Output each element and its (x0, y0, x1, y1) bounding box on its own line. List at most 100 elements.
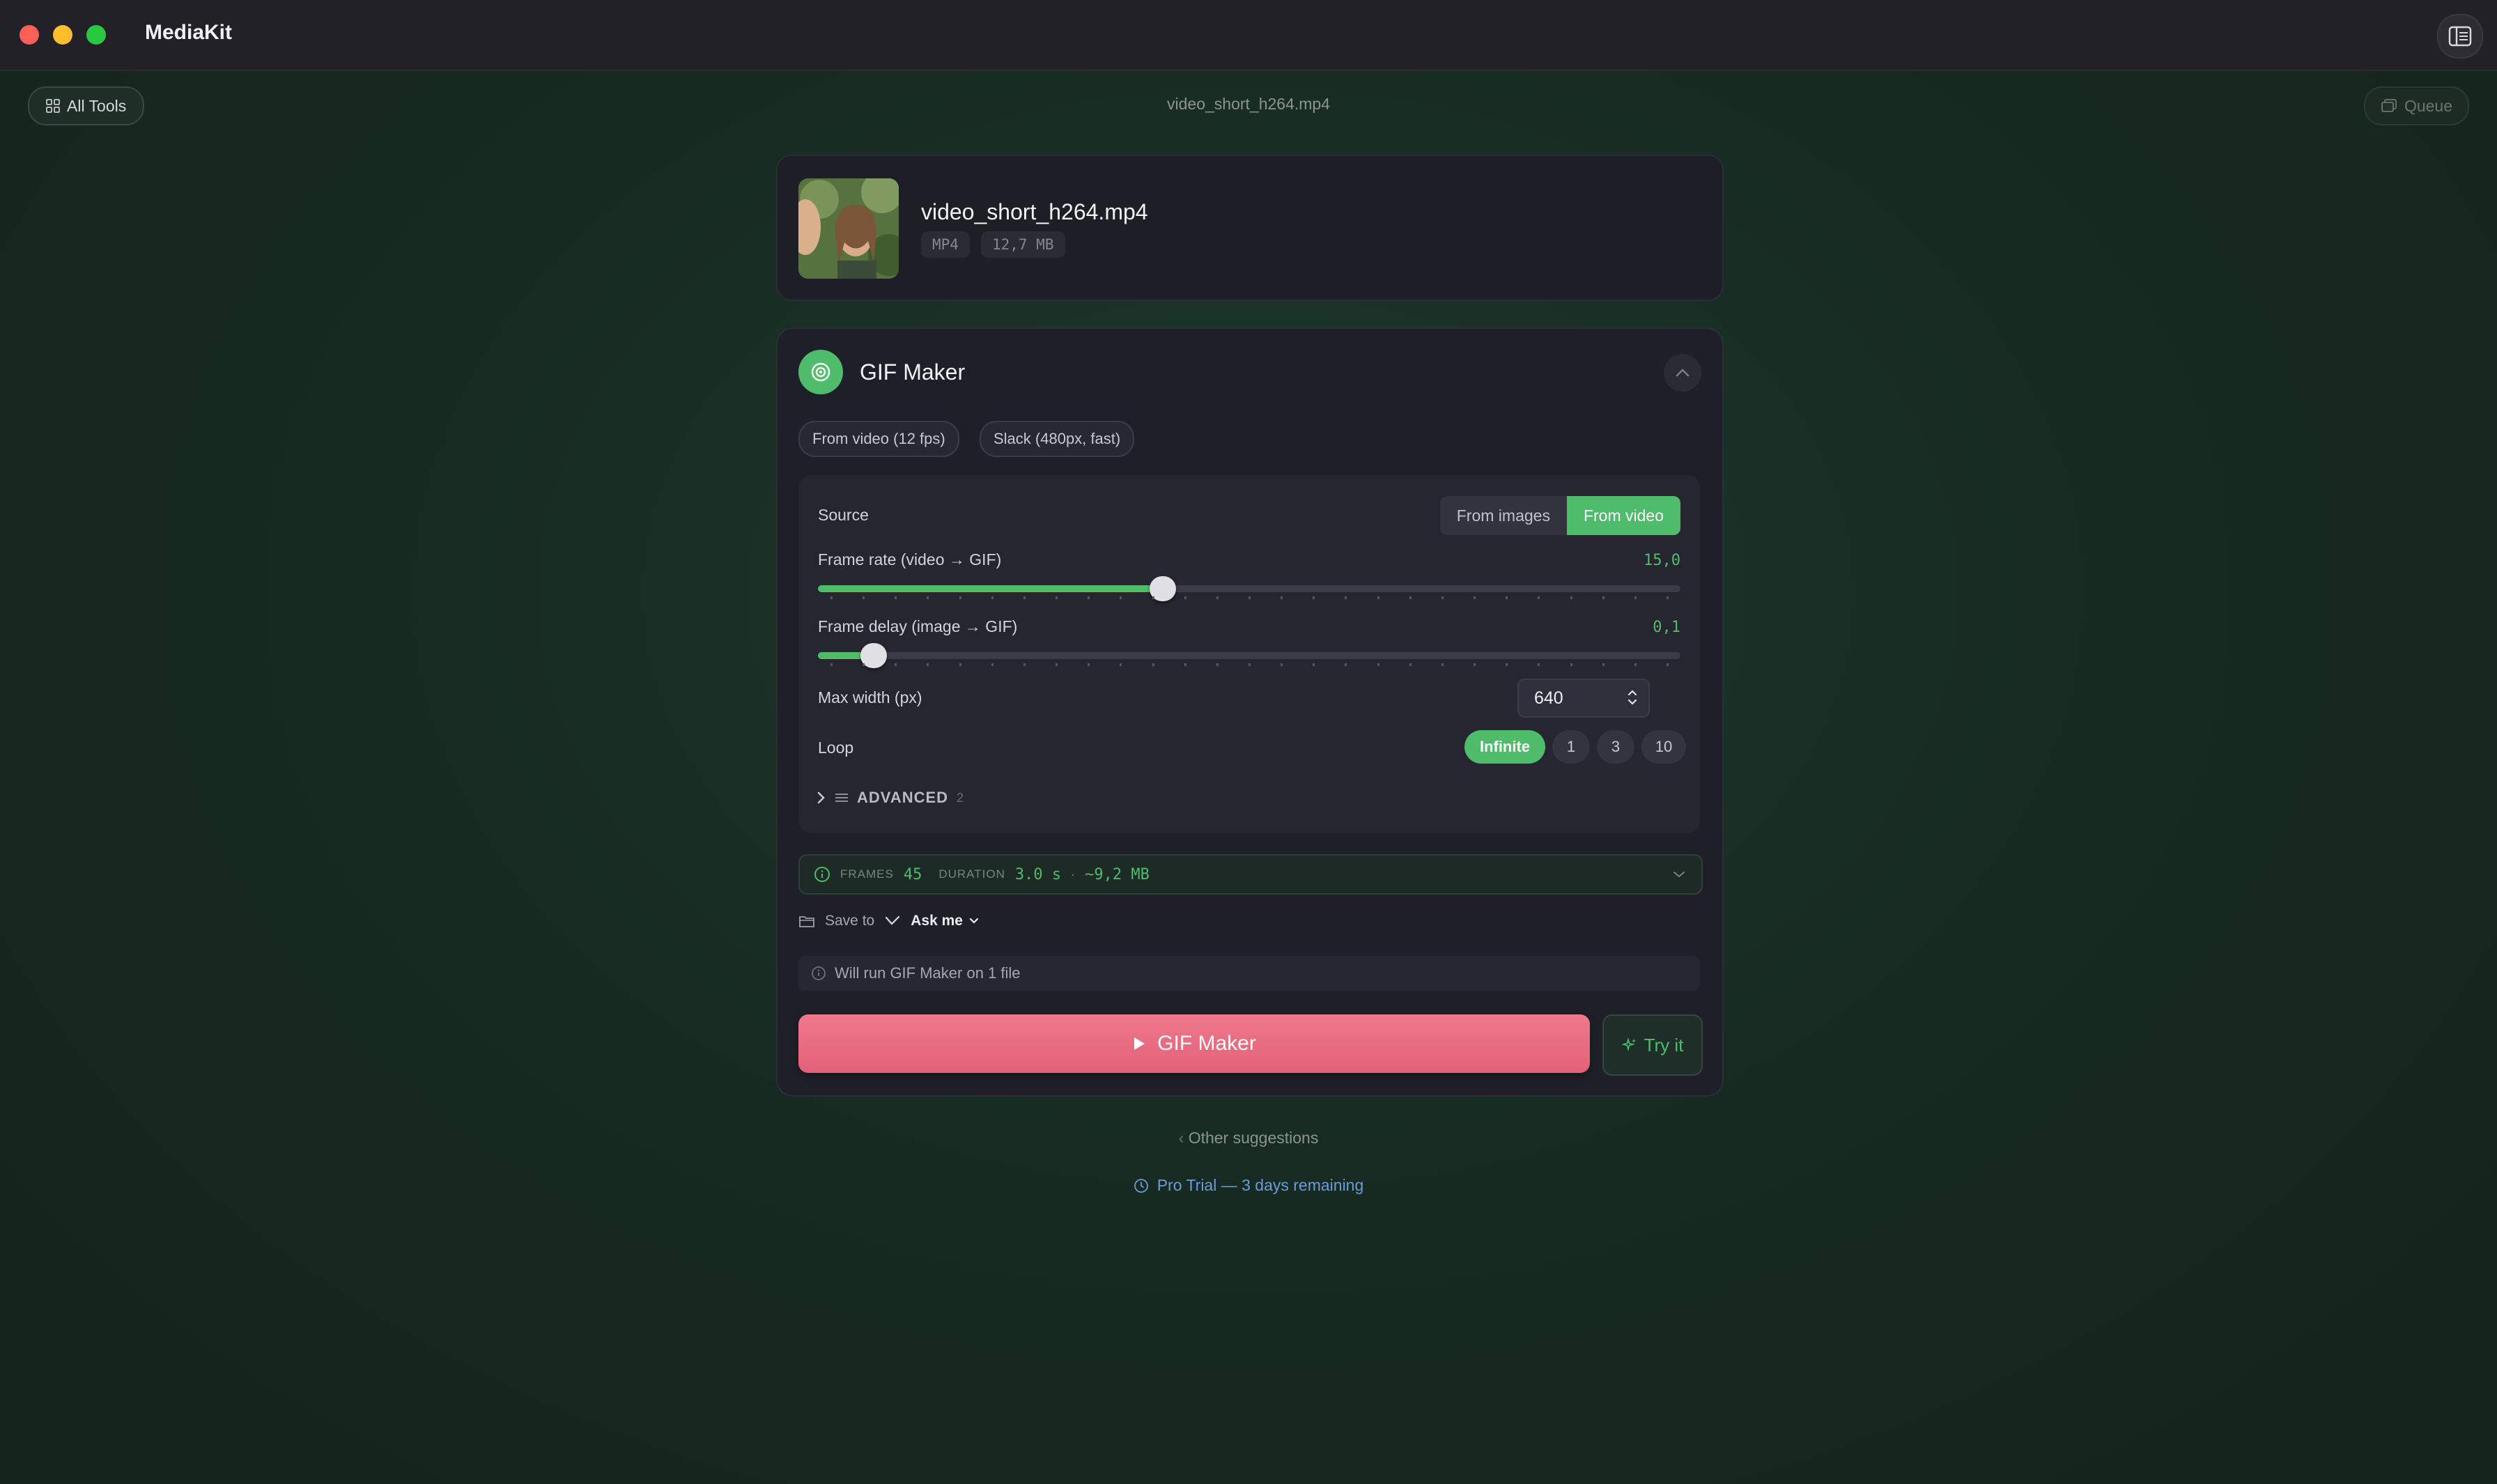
slider-tick (1345, 663, 1347, 666)
source-option-images[interactable]: From images (1440, 496, 1567, 535)
up-down-arrows-icon[interactable] (1626, 686, 1639, 709)
pro-trial-label: Pro Trial — 3 days remaining (1157, 1176, 1364, 1194)
slider-tick (863, 596, 865, 599)
slider-tick (830, 663, 833, 666)
run-notice-text: Will run GIF Maker on 1 file (835, 964, 1021, 982)
loop-option-3[interactable]: 3 (1597, 730, 1634, 764)
slider-tick (1313, 596, 1315, 599)
slider-tick (1409, 596, 1412, 599)
slider-tick (1281, 663, 1283, 666)
slider-tick (959, 663, 961, 666)
duration-label: DURATION (938, 867, 1005, 881)
preset-from-video[interactable]: From video (12 fps) (798, 421, 959, 457)
save-to-row: Save to Ask me (798, 913, 980, 929)
info-icon (814, 867, 830, 882)
slider-tick (1056, 596, 1058, 599)
chevron-down-icon (969, 918, 979, 924)
slider-tick (1377, 663, 1379, 666)
slider-tick (1634, 596, 1637, 599)
slider-tick (830, 596, 833, 599)
queue-button[interactable]: Queue (2363, 86, 2469, 125)
slider-tick (1184, 596, 1186, 599)
other-suggestions-label: Other suggestions (1188, 1129, 1319, 1147)
slider-tick (1441, 663, 1444, 666)
other-suggestions-link[interactable]: ‹ Other suggestions (0, 1129, 2497, 1147)
max-width-stepper[interactable]: 640 (1517, 679, 1650, 718)
frame-rate-ticks (818, 596, 1680, 599)
slider-tick (1023, 663, 1026, 666)
slider-tick (1602, 596, 1605, 599)
loop-option-10[interactable]: 10 (1641, 730, 1686, 764)
minimize-window-button[interactable] (53, 25, 72, 45)
frame-delay-value: 0,1 (1653, 619, 1680, 636)
frame-rate-label: Frame rate (video → GIF) (818, 550, 1002, 569)
settings-section: Source From images From video Frame rate… (798, 475, 1700, 833)
tool-title: GIF Maker (860, 360, 966, 385)
slider-tick (1506, 663, 1508, 666)
slider-tick (1281, 596, 1283, 599)
save-to-value: Ask me (911, 913, 963, 929)
clock-icon (1134, 1178, 1148, 1193)
duration-value: 3.0 s (1014, 865, 1062, 883)
slider-tick (1216, 663, 1219, 666)
source-label: Source (818, 506, 869, 524)
frame-rate-slider[interactable] (818, 576, 1680, 601)
close-window-button[interactable] (20, 25, 39, 45)
chevron-left-icon: ‹ (1178, 1129, 1189, 1147)
pro-trial-link[interactable]: Pro Trial — 3 days remaining (0, 1176, 2497, 1195)
queue-label: Queue (2404, 96, 2452, 115)
slider-tick (1152, 663, 1154, 666)
slider-tick (1056, 663, 1058, 666)
slider-tick (1184, 663, 1186, 666)
slider-tick (991, 663, 994, 666)
slider-tick (895, 663, 897, 666)
slider-tick (927, 663, 929, 666)
loop-option-1[interactable]: 1 (1552, 730, 1590, 764)
save-to-dropdown[interactable]: Ask me (911, 913, 980, 929)
frames-label: FRAMES (840, 867, 894, 881)
file-size-tag: 12,7 MB (981, 231, 1065, 258)
slider-tick (991, 596, 994, 599)
checkmark-icon (886, 915, 900, 925)
advanced-toggle[interactable]: ADVANCED 2 (817, 789, 964, 807)
slider-tick (1248, 596, 1251, 599)
advanced-count: 2 (957, 790, 964, 805)
slider-tick (1120, 596, 1122, 599)
max-width-label: Max width (px) (818, 688, 922, 706)
zoom-window-button[interactable] (86, 25, 106, 45)
sidebar-toggle-button[interactable] (2437, 14, 2483, 59)
slider-tick (1088, 596, 1090, 599)
sidebar-icon (2448, 26, 2472, 47)
try-it-label: Try it (1644, 1034, 1684, 1056)
slider-tick (1474, 596, 1476, 599)
output-summary[interactable]: FRAMES 45 DURATION 3.0 s · ~9,2 MB (798, 854, 1703, 895)
gif-maker-icon (798, 350, 843, 394)
slider-tick (1538, 596, 1540, 599)
slider-tick (959, 596, 961, 599)
slider-tick (1088, 663, 1090, 666)
frame-delay-slider[interactable] (818, 643, 1680, 668)
sparkle-icon (1621, 1037, 1636, 1052)
chevron-right-icon (817, 791, 825, 804)
info-icon (812, 966, 826, 980)
slider-tick (1313, 663, 1315, 666)
preset-slack[interactable]: Slack (480px, fast) (980, 421, 1135, 457)
slider-tick (1120, 663, 1122, 666)
file-card: video_short_h264.mp4 MP4 12,7 MB (776, 155, 1724, 301)
loop-option-infinite[interactable]: Infinite (1464, 730, 1545, 764)
max-width-value: 640 (1534, 688, 1563, 708)
current-file-title: video_short_h264.mp4 (1167, 95, 1330, 113)
try-it-button[interactable]: Try it (1602, 1014, 1703, 1076)
slider-tick (1667, 596, 1669, 599)
source-option-video[interactable]: From video (1566, 496, 1680, 535)
frames-value: 45 (903, 865, 922, 883)
file-name: video_short_h264.mp4 (921, 199, 1148, 224)
sliders-icon (835, 794, 848, 802)
slider-tick (1538, 663, 1540, 666)
slider-tick (1667, 663, 1669, 666)
run-gif-maker-button[interactable]: GIF Maker (798, 1014, 1590, 1073)
chevron-up-icon (1676, 369, 1690, 377)
collapse-button[interactable] (1664, 354, 1701, 392)
summary-separator: · (1071, 867, 1076, 881)
save-to-label: Save to (825, 913, 875, 929)
